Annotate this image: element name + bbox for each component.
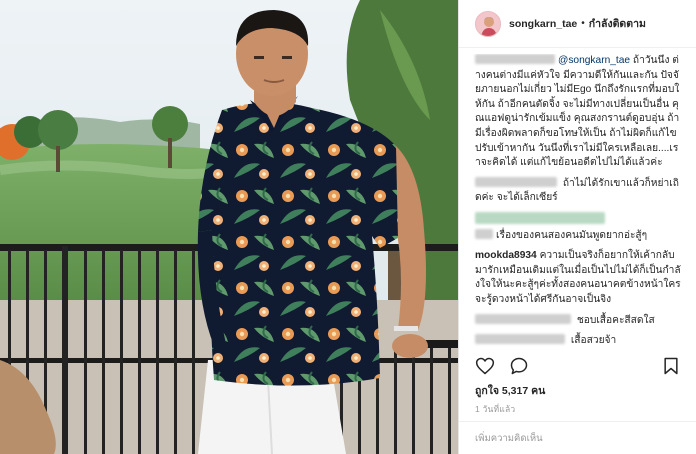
blurred-username <box>475 334 565 345</box>
comment-text: ชอบเสื้อคะสีสดใส <box>574 314 655 326</box>
heart-icon <box>475 357 495 375</box>
comment-icon <box>510 357 528 375</box>
comment-text: เสื้อสวยจ้า <box>568 335 617 347</box>
post-timestamp[interactable]: 1 วันที่แล้ว <box>475 402 515 416</box>
mention-link[interactable]: @songkarn_tae <box>558 55 630 66</box>
comment: @songkarn_tae ถ้าวันนึง ต่างคนต่างมีแค่ห… <box>475 54 681 171</box>
blurred-username <box>475 176 557 187</box>
comment-username[interactable]: mookda8934 <box>475 250 537 261</box>
comment-button[interactable] <box>509 356 529 376</box>
blurred-username <box>475 54 555 64</box>
post-actions <box>475 356 681 376</box>
avatar[interactable] <box>475 10 501 37</box>
like-button[interactable] <box>475 356 495 376</box>
comment-text: ถ้าวันนึง ต่างคนต่างมีแค่หัวใจ มีความดีใ… <box>475 55 680 169</box>
comments-list[interactable]: @songkarn_tae ถ้าวันนึง ต่างคนต่างมีแค่ห… <box>459 54 695 354</box>
post-photo <box>0 0 458 454</box>
comment: เรื่องของคนสองคนมันพูดยากอ่ะสู้ๆ <box>475 211 681 243</box>
blurred-username <box>475 313 571 324</box>
following-button[interactable]: กำลังติดตาม <box>589 15 646 32</box>
comment: ชอบเสื้อคะสีสดใส <box>475 313 681 329</box>
post-image <box>0 0 458 454</box>
post-sidebar: songkarn_tae • กำลังติดตาม @songkarn_tae… <box>458 0 696 454</box>
comment: ถ้าไม่ได้รักเขาแล้วก็หย่าเถิดค่ะ จะได้เล… <box>475 176 681 206</box>
post-header: songkarn_tae • กำลังติดตาม <box>459 0 696 48</box>
add-comment-input[interactable]: เพิ่มความคิดเห็น <box>459 421 696 454</box>
bookmark-icon <box>664 357 678 375</box>
save-button[interactable] <box>661 356 681 376</box>
blurred-username <box>475 228 493 239</box>
comment: เสื้อสวยจ้า <box>475 334 681 349</box>
separator-dot: • <box>581 18 585 29</box>
likes-count[interactable]: ถูกใจ 5,317 คน <box>475 382 545 399</box>
avatar-icon <box>476 11 500 36</box>
blurred-username <box>475 211 605 224</box>
comment: mookda8934 ความเป็นจริงก็อยากให้เค้ากลับ… <box>475 249 681 307</box>
add-comment-placeholder: เพิ่มความคิดเห็น <box>475 432 543 444</box>
comment-text: เรื่องของคนสองคนมันพูดยากอ่ะสู้ๆ <box>496 229 648 241</box>
username-link[interactable]: songkarn_tae <box>509 18 577 30</box>
